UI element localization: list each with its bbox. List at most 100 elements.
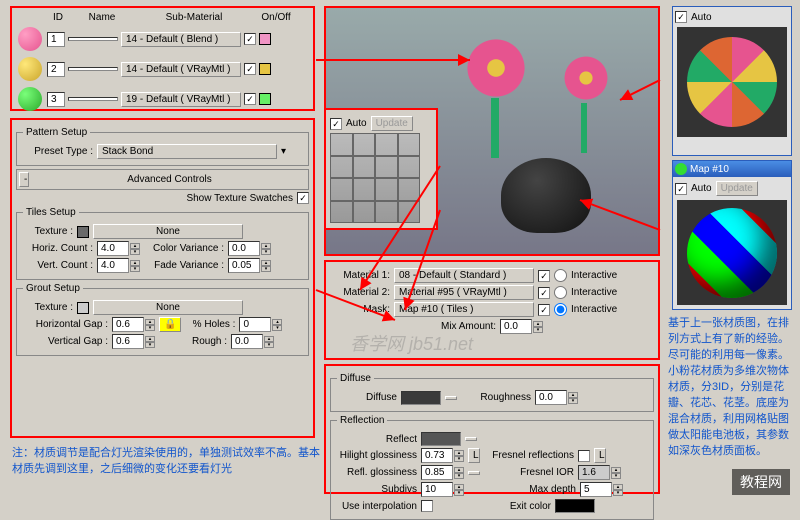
sub-material-button[interactable]: 14 - Default ( VRayMtl ) [121, 62, 241, 77]
material-id[interactable]: 1 [47, 32, 65, 47]
chevron-down-icon[interactable]: ▾ [281, 146, 286, 157]
holes-input[interactable]: 0 [239, 317, 271, 332]
color-variance-input[interactable]: 0.0 [228, 241, 260, 256]
spin-down-icon[interactable]: ▾ [130, 249, 140, 255]
material-name[interactable] [68, 67, 118, 71]
fade-variance-input[interactable]: 0.05 [228, 258, 260, 273]
hilight-gloss-input[interactable]: 0.73 [421, 448, 453, 463]
auto-checkbox[interactable] [675, 11, 687, 23]
mat2-interactive-radio[interactable] [554, 286, 567, 299]
spin-down-icon[interactable]: ▾ [568, 398, 578, 404]
preset-type-dropdown[interactable]: Stack Bond [97, 144, 277, 159]
hgap-input[interactable]: 0.6 [112, 317, 144, 332]
material-swatch[interactable] [259, 93, 271, 105]
refl-gloss-label: Refl. glossiness [337, 467, 417, 478]
sub-material-button[interactable]: 14 - Default ( Blend ) [121, 32, 241, 47]
tiles-color-swatch[interactable] [77, 226, 89, 238]
spin-down-icon[interactable]: ▾ [145, 325, 155, 331]
material-name[interactable] [68, 37, 118, 41]
material-swatch[interactable] [259, 33, 271, 45]
mat1-on-checkbox[interactable] [538, 270, 550, 282]
diffuse-group: Diffuse Diffuse Roughness 0.0▴▾ [330, 373, 654, 412]
update-button[interactable]: Update [716, 181, 758, 196]
subdivs-input[interactable]: 10 [421, 482, 453, 497]
material1-button[interactable]: 08 - Default ( Standard ) [394, 268, 534, 283]
fresnel-checkbox[interactable] [578, 450, 590, 462]
tiles-params-panel: Pattern Setup Preset Type : Stack Bond ▾… [10, 118, 315, 438]
header-sub: Sub-Material [134, 12, 254, 23]
hgloss-lock-button[interactable]: L [468, 448, 480, 463]
mat2-on-checkbox[interactable] [538, 287, 550, 299]
exit-color[interactable] [555, 499, 595, 513]
material-row: 1 14 - Default ( Blend ) [16, 25, 309, 53]
fresnel-ior-input[interactable]: 1.6 [578, 465, 610, 480]
watermark: 香学网 jb51.net [350, 330, 473, 356]
onoff-checkbox[interactable] [244, 33, 256, 45]
material2-label: Material 2: [330, 287, 390, 298]
spin-down-icon[interactable]: ▾ [261, 249, 271, 255]
auto-checkbox[interactable] [675, 183, 687, 195]
texture-label: Texture : [23, 226, 73, 237]
auto-checkbox[interactable] [330, 118, 342, 130]
mix-amount-input[interactable]: 0.0 [500, 319, 532, 334]
fresnel-lock-button[interactable]: L [594, 448, 606, 463]
mask-button[interactable]: Map #10 ( Tiles ) [394, 302, 534, 317]
interactive-label: Interactive [571, 304, 617, 315]
spin-down-icon[interactable]: ▾ [454, 490, 464, 496]
tiles-texture-button[interactable]: None [93, 224, 243, 239]
map-preview-panel: Auto Update [324, 108, 438, 230]
mask-interactive-radio[interactable] [554, 303, 567, 316]
spin-down-icon[interactable]: ▾ [130, 266, 140, 272]
flower-icon [456, 28, 536, 108]
spin-down-icon[interactable]: ▾ [454, 456, 464, 462]
onoff-checkbox[interactable] [244, 63, 256, 75]
grout-texture-button[interactable]: None [93, 300, 243, 315]
show-swatches-checkbox[interactable] [297, 192, 309, 204]
max-depth-input[interactable]: 5 [580, 482, 612, 497]
material-row: 2 14 - Default ( VRayMtl ) [16, 55, 309, 83]
color-variance-label: Color Variance : [144, 243, 224, 254]
material2-button[interactable]: Material #95 ( VRayMtl ) [394, 285, 534, 300]
lock-icon[interactable]: 🔒 [159, 317, 181, 332]
diffuse-color[interactable] [401, 391, 441, 405]
hgap-label: Horizontal Gap : [23, 319, 108, 330]
rough-input[interactable]: 0.0 [231, 334, 263, 349]
diffuse-label: Diffuse [337, 392, 397, 403]
spin-down-icon[interactable]: ▾ [145, 342, 155, 348]
reflect-map-button[interactable] [465, 437, 477, 441]
fresnel-ior-label: Fresnel IOR [484, 467, 574, 478]
grout-setup-legend: Grout Setup [23, 283, 83, 294]
spin-down-icon[interactable]: ▾ [611, 473, 621, 479]
pattern-setup-group: Pattern Setup Preset Type : Stack Bond ▾ [16, 127, 309, 166]
mask-on-checkbox[interactable] [538, 304, 550, 316]
horiz-count-input[interactable]: 4.0 [97, 241, 129, 256]
spin-down-icon[interactable]: ▾ [613, 490, 623, 496]
show-swatches-label: Show Texture Swatches [186, 193, 293, 204]
mat1-interactive-radio[interactable] [554, 269, 567, 282]
diffuse-map-button[interactable] [445, 396, 457, 400]
material-id[interactable]: 2 [47, 62, 65, 77]
rgloss-map-button[interactable] [468, 471, 480, 475]
update-button[interactable]: Update [371, 116, 413, 131]
collapse-button[interactable]: - [19, 172, 29, 187]
grout-color-swatch[interactable] [77, 302, 89, 314]
reflect-color[interactable] [421, 432, 461, 446]
refl-gloss-input[interactable]: 0.85 [421, 465, 453, 480]
material-name[interactable] [68, 97, 118, 101]
onoff-checkbox[interactable] [244, 93, 256, 105]
use-interp-checkbox[interactable] [421, 500, 433, 512]
vgap-input[interactable]: 0.6 [112, 334, 144, 349]
spin-down-icon[interactable]: ▾ [261, 266, 271, 272]
tile-grid-preview [330, 133, 420, 223]
sub-material-button[interactable]: 19 - Default ( VRayMtl ) [121, 92, 241, 107]
spin-down-icon[interactable]: ▾ [454, 473, 464, 479]
spin-down-icon[interactable]: ▾ [272, 325, 282, 331]
spin-down-icon[interactable]: ▾ [533, 327, 543, 333]
rough-label: Rough : [177, 336, 227, 347]
material-id[interactable]: 3 [47, 92, 65, 107]
material-swatch[interactable] [259, 63, 271, 75]
reflect-label: Reflect [337, 434, 417, 445]
roughness-input[interactable]: 0.0 [535, 390, 567, 405]
spin-down-icon[interactable]: ▾ [264, 342, 274, 348]
vert-count-input[interactable]: 4.0 [97, 258, 129, 273]
